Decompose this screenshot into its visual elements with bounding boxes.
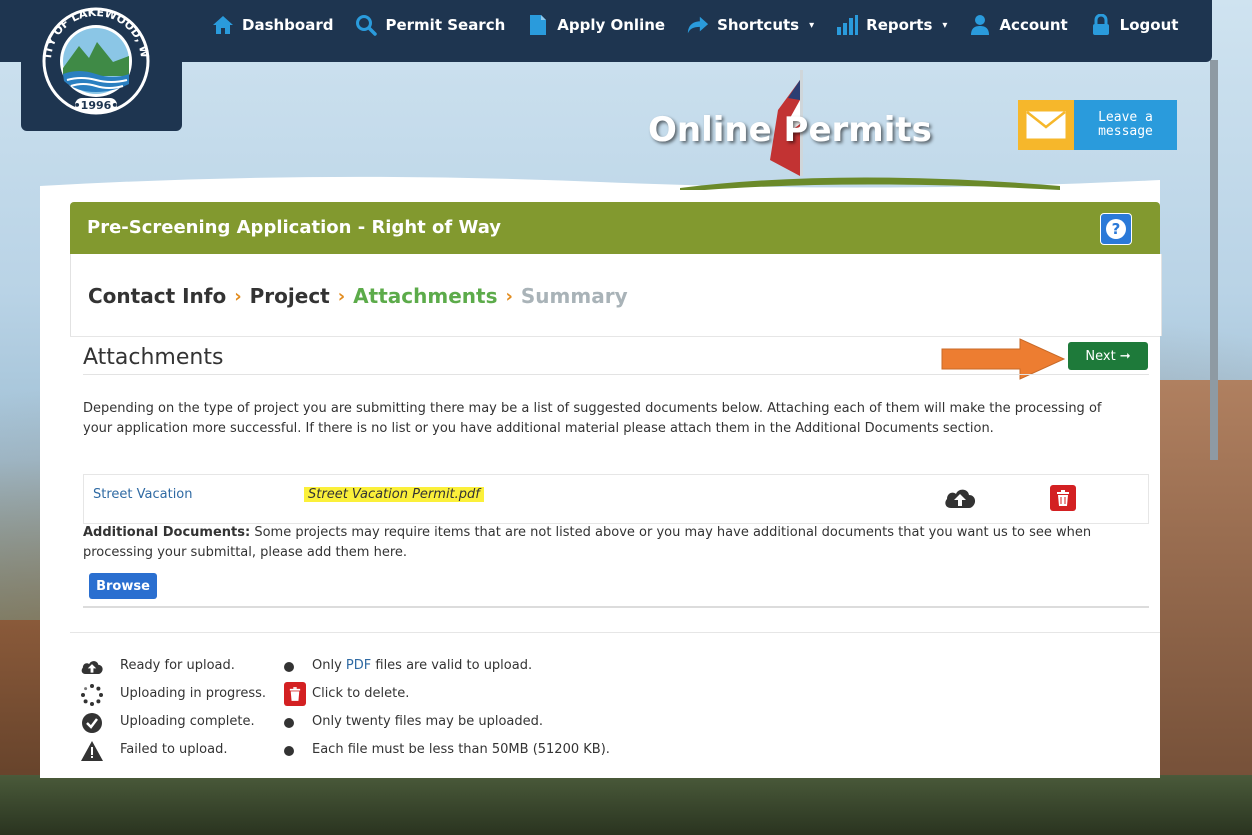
share-arrow-icon — [687, 14, 709, 36]
background-building-right — [1157, 380, 1252, 835]
nav-account[interactable]: Account — [969, 14, 1068, 36]
attachments-heading: Attachments — [83, 345, 224, 370]
legend-row: Ready for upload. Only PDF files are val… — [80, 655, 780, 683]
chevron-down-icon: ▾ — [809, 19, 815, 31]
nav-reports-label: Reports — [866, 16, 933, 34]
leave-message-label: Leave a message — [1074, 100, 1177, 150]
legend-row: Failed to upload. Each file must be less… — [80, 739, 780, 767]
question-icon: ? — [1106, 219, 1126, 239]
nav-apply-online[interactable]: Apply Online — [527, 14, 665, 36]
trash-icon — [1057, 490, 1069, 506]
step-attachments: Attachments — [353, 284, 498, 308]
divider — [83, 374, 1149, 375]
warning-icon — [80, 739, 104, 763]
legend-complete-text: Uploading complete. — [120, 714, 255, 729]
cloud-upload-icon — [80, 655, 104, 679]
step-summary: Summary — [520, 284, 628, 308]
arrow-right-icon: ➞ — [1119, 348, 1131, 364]
svg-text:•1996•: •1996• — [74, 99, 119, 112]
wizard-steps-panel: Contact Info › Project › Attachments › S… — [70, 254, 1162, 336]
next-button-label: Next — [1085, 348, 1116, 364]
step-project[interactable]: Project — [250, 284, 330, 308]
bullet-icon — [284, 718, 294, 728]
chevron-right-icon: › — [337, 285, 346, 307]
main-nav: Dashboard Permit Search Apply Online Sho… — [212, 0, 1178, 50]
nav-reports[interactable]: Reports ▾ — [836, 14, 947, 36]
nav-permit-search[interactable]: Permit Search — [355, 14, 505, 36]
next-button[interactable]: Next ➞ — [1068, 342, 1148, 370]
svg-text:?: ? — [1112, 220, 1121, 238]
divider — [83, 606, 1149, 608]
lock-icon — [1090, 14, 1112, 36]
legend-failed-text: Failed to upload. — [120, 742, 228, 757]
attachments-section: Attachments Next ➞ Depending on the type… — [70, 336, 1160, 777]
nav-permit-search-label: Permit Search — [385, 16, 506, 34]
background-flagpole — [1210, 60, 1218, 460]
attachment-file-name[interactable]: Street Vacation Permit.pdf — [304, 487, 484, 502]
nav-shortcuts[interactable]: Shortcuts ▾ — [687, 14, 814, 36]
leave-message-button[interactable]: Leave a message — [1018, 100, 1177, 150]
chevron-right-icon: › — [505, 285, 513, 307]
additional-documents-label: Additional Documents: — [83, 525, 251, 540]
legend-row: Uploading in progress. Click to delete. — [80, 682, 780, 711]
trash-icon — [284, 682, 306, 706]
legend-uploading-text: Uploading in progress. — [120, 686, 267, 701]
nav-dashboard[interactable]: Dashboard — [212, 14, 333, 36]
application-header: Pre-Screening Application - Right of Way… — [70, 202, 1160, 254]
check-circle-icon — [80, 711, 104, 735]
user-icon — [969, 14, 991, 36]
delete-button[interactable] — [1050, 485, 1076, 511]
attachment-type-link[interactable]: Street Vacation — [93, 487, 193, 502]
bar-chart-icon — [836, 14, 859, 36]
search-icon — [355, 14, 378, 36]
home-icon — [212, 14, 234, 36]
additional-documents-text: Additional Documents: Some projects may … — [83, 523, 1143, 563]
application-title: Pre-Screening Application - Right of Way — [87, 217, 502, 238]
browse-button[interactable]: Browse — [89, 573, 157, 599]
attachment-row: Street Vacation Street Vacation Permit.p… — [83, 474, 1149, 524]
legend-row: Uploading complete. Only twenty files ma… — [80, 711, 780, 739]
nav-logout[interactable]: Logout — [1090, 14, 1179, 36]
wizard-steps: Contact Info › Project › Attachments › S… — [88, 284, 628, 308]
upload-legend: Ready for upload. Only PDF files are val… — [80, 655, 780, 767]
legend-twenty-text: Only twenty files may be uploaded. — [312, 714, 543, 729]
legend-pdf-rule: Only PDF files are valid to upload. — [312, 658, 533, 673]
bullet-icon — [284, 746, 294, 756]
document-icon — [527, 14, 549, 36]
spinner-icon — [80, 683, 104, 707]
city-logo[interactable]: CITY OF LAKEWOOD, WA •1996• — [21, 0, 182, 131]
help-button[interactable]: ? — [1100, 213, 1132, 245]
nav-shortcuts-label: Shortcuts — [717, 16, 800, 34]
site-title: Online Permits — [648, 110, 932, 150]
background-trees — [0, 775, 1252, 835]
chevron-right-icon: › — [234, 285, 242, 307]
chevron-down-icon: ▾ — [942, 19, 948, 31]
divider — [70, 632, 1160, 633]
step-contact-info[interactable]: Contact Info — [88, 284, 226, 308]
nav-apply-online-label: Apply Online — [557, 16, 666, 34]
nav-logout-label: Logout — [1119, 16, 1179, 34]
cloud-upload-icon[interactable] — [943, 486, 977, 510]
nav-dashboard-label: Dashboard — [242, 16, 334, 34]
legend-delete-text: Click to delete. — [312, 686, 410, 701]
envelope-icon — [1018, 100, 1074, 150]
nav-account-label: Account — [999, 16, 1068, 34]
city-seal-logo: CITY OF LAKEWOOD, WA •1996• — [31, 6, 151, 115]
bullet-icon — [284, 662, 294, 672]
attachments-intro: Depending on the type of project you are… — [83, 401, 1102, 436]
legend-ready-text: Ready for upload. — [120, 658, 235, 673]
legend-size-text: Each file must be less than 50MB (51200 … — [312, 742, 610, 757]
